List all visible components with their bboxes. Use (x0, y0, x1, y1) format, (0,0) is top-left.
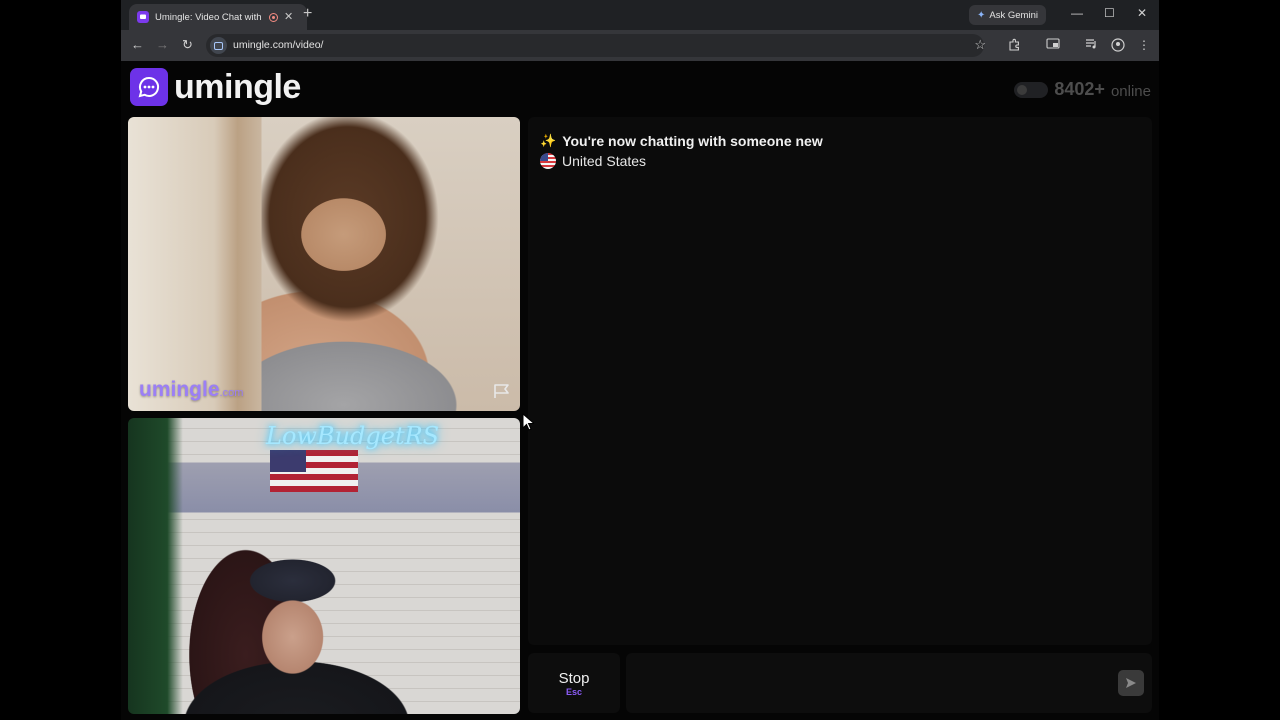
gemini-sparkle-icon: ✦ (977, 9, 986, 21)
cast-icon[interactable] (1046, 38, 1060, 53)
forward-button[interactable]: → (156, 38, 169, 52)
tab-close-icon[interactable]: ✕ (284, 11, 293, 23)
umingle-favicon-icon (137, 11, 149, 23)
browser-menu-icon[interactable]: ⋮ (1138, 38, 1150, 52)
address-bar[interactable]: umingle.com/video/ ☆ (206, 34, 986, 57)
send-arrow-icon (1126, 678, 1136, 688)
minimize-button[interactable]: — (1071, 6, 1083, 20)
message-composer (626, 653, 1152, 713)
stop-shortcut: Esc (565, 686, 582, 697)
bookmark-star-icon[interactable]: ☆ (974, 37, 986, 53)
back-button[interactable]: ← (131, 38, 144, 52)
umingle-page: umingle 8402+ online umingle.com LowBudg… (121, 61, 1159, 720)
neon-sign: LowBudgetRS (266, 422, 440, 450)
url-text: umingle.com/video/ (233, 39, 324, 51)
maximize-button[interactable]: ☐ (1104, 6, 1115, 20)
tab-title: Umingle: Video Chat with S (155, 11, 263, 23)
mouse-cursor-icon (522, 413, 534, 431)
chat-country-text: United States (562, 153, 647, 169)
report-flag-icon[interactable] (493, 383, 511, 399)
ask-gemini-button[interactable]: ✦ Ask Gemini (969, 5, 1046, 25)
stop-label: Stop (558, 669, 590, 687)
wall-flag-decoration (270, 450, 358, 492)
send-button[interactable] (1118, 670, 1144, 696)
extensions-icon[interactable] (1008, 38, 1021, 54)
close-window-button[interactable]: ✕ (1137, 6, 1147, 20)
browser-toolbar: ← → ↻ umingle.com/video/ ☆ ⋮ (121, 30, 1159, 61)
chat-status-text: You're now chatting with someone new (562, 133, 823, 149)
chat-status-line: ✨ You're now chatting with someone new (540, 133, 823, 149)
online-label: online (1110, 82, 1151, 100)
watermark-suffix: .com (219, 387, 244, 399)
video-watermark: umingle.com (139, 378, 243, 402)
media-controls-icon[interactable] (1085, 38, 1098, 53)
stop-button[interactable]: Stop Esc (528, 653, 620, 713)
theme-toggle[interactable] (1014, 81, 1049, 98)
sparkle-icon: ✨ (540, 133, 557, 148)
us-flag-icon (540, 153, 556, 169)
tab-strip: Umingle: Video Chat with S ✕ + ✦ Ask Gem… (121, 0, 1159, 30)
profile-icon[interactable] (1111, 38, 1125, 55)
ask-gemini-label: Ask Gemini (989, 9, 1038, 21)
watermark-text: umingle (139, 378, 220, 401)
reload-button[interactable]: ↻ (182, 38, 193, 52)
logo-wordmark: umingle (174, 68, 301, 106)
site-logo[interactable]: umingle (130, 68, 301, 106)
chat-panel: ✨ You're now chatting with someone new U… (528, 117, 1152, 645)
self-video: LowBudgetRS (128, 418, 520, 714)
chat-country-line: United States (540, 153, 646, 169)
chat-bubble-logo-icon (130, 68, 168, 106)
online-indicator: 8402+ online (1014, 79, 1151, 100)
tab-umingle[interactable]: Umingle: Video Chat with S ✕ (129, 4, 307, 30)
stranger-video: umingle.com (128, 117, 520, 411)
site-info-icon[interactable] (210, 37, 227, 54)
browser-window: Umingle: Video Chat with S ✕ + ✦ Ask Gem… (121, 0, 1159, 720)
new-tab-button[interactable]: + (303, 5, 312, 23)
online-count: 8402+ (1054, 79, 1105, 99)
recording-indicator-icon (269, 12, 278, 22)
message-input[interactable] (636, 667, 1100, 699)
